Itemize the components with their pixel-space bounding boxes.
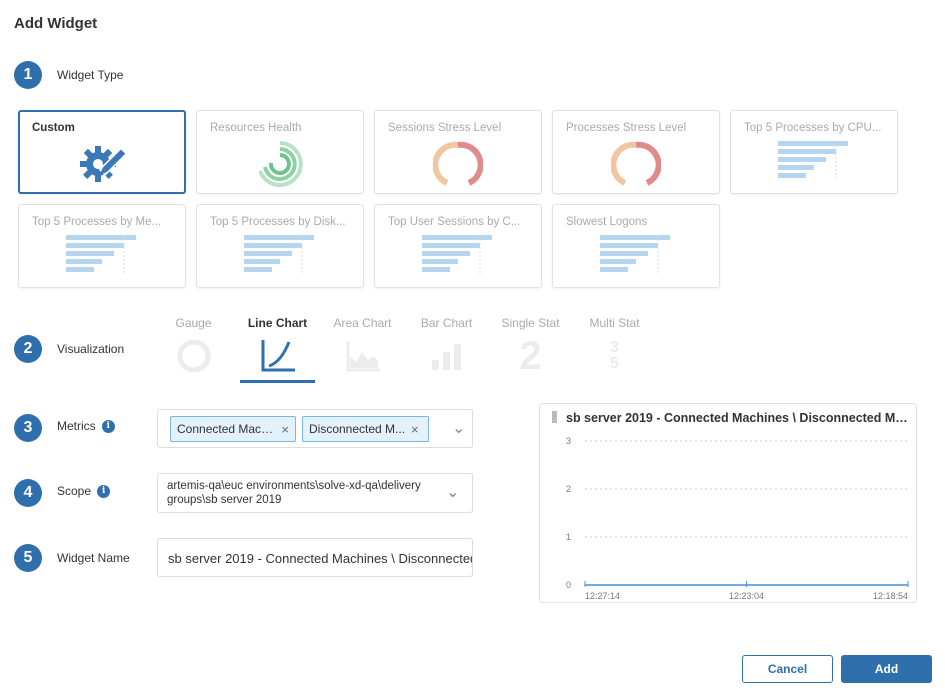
scope-value-line1: artemis-qa\euc environments\solve-xd-qa\… [167,480,421,492]
viz-multi-stat[interactable]: Multi Stat 3 5 [577,316,652,376]
scope-select[interactable]: artemis-qa\euc environments\solve-xd-qa\… [157,473,473,513]
y-tick-label: 3 [566,436,571,446]
y-tick-label: 0 [566,580,571,590]
chevron-down-icon[interactable]: ⌄ [446,482,459,502]
bar-list-icon [600,235,672,280]
radial-health-icon [255,141,305,192]
multi-stat-glyph-top: 3 [610,339,619,356]
chevron-down-icon[interactable]: ⌄ [452,418,465,438]
y-tick-label: 2 [566,484,571,494]
add-button[interactable]: Add [841,655,932,683]
widget-card-custom[interactable]: Custom [18,110,186,194]
metric-chip: Connected Mach... × [170,416,296,442]
line-chart-icon [240,336,315,376]
viz-label: Bar Chart [420,316,473,330]
cancel-button[interactable]: Cancel [742,655,833,683]
metric-chip-label: Disconnected M... [309,422,406,436]
widget-card-title: Top 5 Processes by Me... [32,216,162,228]
widget-card-title: Sessions Stress Level [388,122,502,134]
close-icon[interactable]: × [411,422,419,437]
gear-pencil-icon [78,142,128,191]
bar-list-icon [422,235,494,280]
widget-name-value: sb server 2019 - Connected Machines \ Di… [168,551,473,566]
widget-name-input[interactable]: sb server 2019 - Connected Machines \ Di… [157,538,473,577]
ring-gauge-icon [610,141,662,194]
info-icon[interactable]: i [101,419,115,433]
active-viz-indicator [240,380,315,383]
viz-gauge[interactable]: Gauge [156,316,231,376]
widget-card-title: Custom [32,122,75,134]
info-icon[interactable]: i [97,484,111,498]
line-chart: 3 2 1 0 12:27:14 12:23:04 12:18:54 [566,436,909,601]
step-widget-name-label: Widget Name [57,551,130,565]
widget-card-title: Top 5 Processes by Disk... [210,216,346,228]
widget-card-title: Top 5 Processes by CPU... [744,122,882,134]
area-chart-icon [325,336,400,376]
metric-chip-label: Connected Mach... [177,422,276,436]
bar-list-icon [244,235,316,280]
x-tick-label: 12:23:04 [729,591,764,601]
widget-name-label-text: Widget Name [57,551,130,565]
step-visualization-label: Visualization [57,342,124,356]
step-5-badge: 5 [14,544,42,572]
widget-card-title: Resources Health [210,122,302,134]
close-icon[interactable]: × [281,422,289,437]
scope-label-text: Scope [57,484,92,498]
widget-card-top5-disk[interactable]: Top 5 Processes by Disk... [196,204,364,288]
scope-value-line2: groups\sb server 2019 [167,494,282,506]
viz-label: Single Stat [501,316,560,330]
multi-stat-glyph-bottom: 5 [610,355,619,372]
widget-card-title: Slowest Logons [566,216,648,228]
viz-label: Gauge [175,316,212,330]
bar-list-icon [778,141,850,186]
metric-chip: Disconnected M... × [302,416,429,442]
viz-area-chart[interactable]: Area Chart [325,316,400,376]
metrics-label-text: Metrics [57,419,96,433]
ring-gauge-icon [432,141,484,194]
multi-stat-icon: 3 5 [577,336,652,376]
bar-chart-icon [409,336,484,376]
widget-card-title: Processes Stress Level [566,122,687,134]
widget-card-slowest-logons[interactable]: Slowest Logons [552,204,720,288]
dialog-title: Add Widget [14,15,98,32]
viz-label: Area Chart [333,316,392,330]
widget-card-sessions-stress[interactable]: Sessions Stress Level [374,110,542,194]
y-tick-label: 1 [566,532,571,542]
viz-label: Multi Stat [589,316,640,330]
step-widget-type-label: Widget Type [57,68,123,82]
widget-type-label-text: Widget Type [57,68,124,82]
x-tick-label: 12:27:14 [585,591,620,601]
step-2-badge: 2 [14,335,42,363]
step-3-badge: 3 [14,414,42,442]
widget-card-top-user-sessions[interactable]: Top User Sessions by C... [374,204,542,288]
viz-line-chart[interactable]: Line Chart [240,316,315,376]
widget-preview: sb server 2019 - Connected Machines \ Di… [539,403,917,603]
bar-list-icon [66,235,138,280]
single-stat-icon: 2 [493,336,568,376]
single-stat-glyph: 2 [519,334,542,378]
widget-card-processes-stress[interactable]: Processes Stress Level [552,110,720,194]
viz-label: Line Chart [247,316,308,330]
widget-card-resources-health[interactable]: Resources Health [196,110,364,194]
visualization-label-text: Visualization [57,342,125,356]
step-metrics-label: Metrics i [57,419,115,433]
viz-bar-chart[interactable]: Bar Chart [409,316,484,376]
metrics-multiselect[interactable]: Connected Mach... × Disconnected M... × … [157,409,473,448]
step-4-badge: 4 [14,479,42,507]
step-1-badge: 1 [14,61,42,89]
widget-card-top5-cpu[interactable]: Top 5 Processes by CPU... [730,110,898,194]
gauge-icon [156,336,231,376]
widget-card-top5-memory[interactable]: Top 5 Processes by Me... [18,204,186,288]
widget-card-title: Top User Sessions by C... [388,216,521,228]
step-scope-label: Scope i [57,484,111,498]
viz-single-stat[interactable]: Single Stat 2 [493,316,568,376]
x-tick-label: 12:18:54 [873,591,908,601]
